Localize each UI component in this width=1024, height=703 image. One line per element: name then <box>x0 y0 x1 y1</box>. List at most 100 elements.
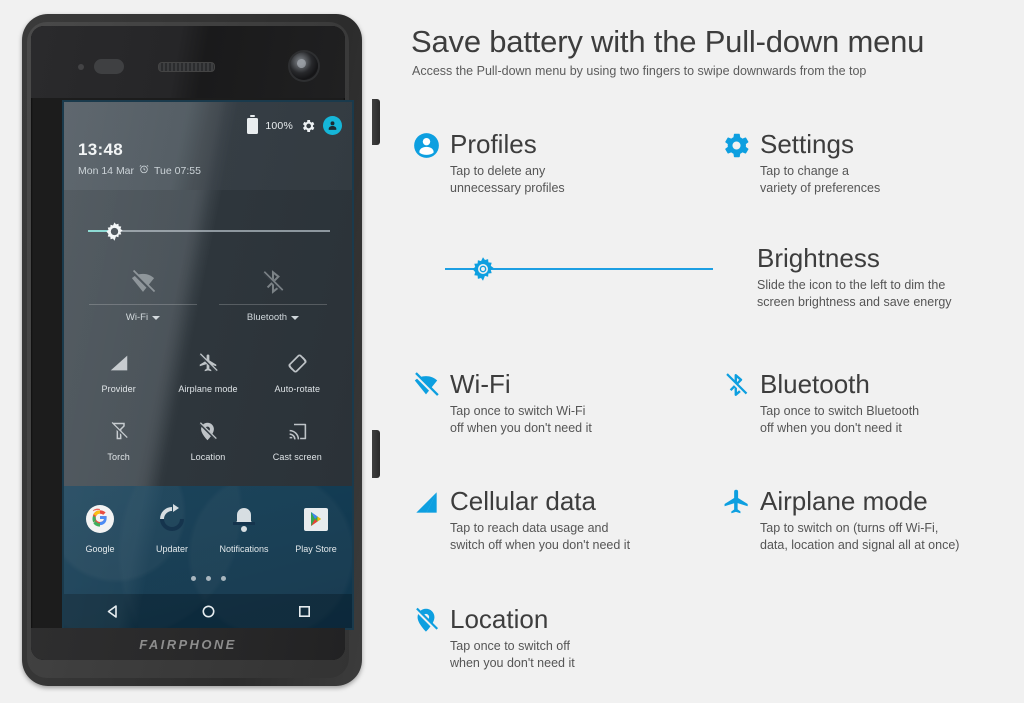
desc-line: off when you don't need it <box>760 420 902 435</box>
feature-name: Airplane mode <box>760 486 928 517</box>
dock-item-google[interactable]: Google <box>64 498 136 554</box>
app-dock: Google Updater Notifications Play Store <box>64 498 352 554</box>
tile-autorotate[interactable]: Auto-rotate <box>253 342 342 394</box>
desc-line: Slide the icon to the left to dim the <box>757 278 946 293</box>
brightness-sun-icon[interactable] <box>470 256 496 282</box>
desc-line: Tap to reach data usage and <box>450 521 609 535</box>
tile-torch[interactable]: Torch <box>74 410 163 462</box>
toggle-label: Bluetooth <box>246 312 288 323</box>
feature-airplane: Airplane mode Tap to switch on (turns of… <box>721 487 1021 554</box>
tile-airplane[interactable]: Airplane mode <box>163 342 252 394</box>
recents-square-icon[interactable] <box>284 599 324 623</box>
airplane-icon <box>721 487 751 517</box>
divider <box>219 304 327 305</box>
tile-label: Location <box>190 452 226 462</box>
desc-line: Tap once to switch Wi-Fi <box>450 404 586 418</box>
desc-line: off when you don't need it <box>450 420 592 435</box>
page-dot[interactable] <box>220 576 226 581</box>
desc-line: Tap once to switch off <box>450 639 570 653</box>
feature-heading: Bluetooth <box>721 370 1021 400</box>
toggle-label-row: Bluetooth <box>246 312 300 323</box>
feature-description: Tap once to switch Bluetooth off when yo… <box>760 403 1021 437</box>
desc-line: Tap once to switch Bluetooth <box>760 404 920 418</box>
feature-heading: Airplane mode <box>721 487 1021 517</box>
tile-label: Torch <box>107 452 130 462</box>
brightness-slider-demo[interactable] <box>437 256 713 282</box>
desc-line: Tap to change a <box>760 164 849 178</box>
desc-line: Tap to switch on (turns off Wi-Fi, <box>760 521 939 535</box>
tile-location[interactable]: Location <box>163 410 252 462</box>
dock-label: Updater <box>155 544 189 554</box>
fairphone-brand-label: FAIRPHONE <box>139 636 237 652</box>
back-triangle-icon[interactable] <box>92 599 132 623</box>
google-icon <box>79 498 121 540</box>
desc-line: data, location and signal all at once) <box>760 537 960 552</box>
feature-description: Tap to delete any unnecessary profiles <box>450 163 711 197</box>
fairphone-device: Google Updater Notifications Play Store … <box>18 14 380 690</box>
dock-item-playstore[interactable]: Play Store <box>280 498 352 554</box>
desc-line: when you don't need it <box>450 655 575 670</box>
power-button[interactable] <box>372 99 380 145</box>
bell-icon <box>223 498 265 540</box>
user-avatar-icon[interactable] <box>323 116 342 135</box>
phone-screen: Google Updater Notifications Play Store … <box>64 102 352 628</box>
cellular-signal-icon <box>411 487 441 517</box>
feature-wifi: Wi-Fi Tap once to switch Wi-Fi off when … <box>411 370 711 437</box>
volume-button[interactable] <box>372 430 380 478</box>
brightness-sun-icon[interactable] <box>104 221 125 242</box>
chevron-down-icon[interactable] <box>152 315 161 320</box>
feature-brightness: Brightness Slide the icon to the left to… <box>757 243 1024 311</box>
toggle-wifi[interactable]: Wi-Fi <box>78 262 208 334</box>
feature-heading: Settings <box>721 130 1021 160</box>
tile-label: Provider <box>101 384 136 394</box>
dock-item-notifications[interactable]: Notifications <box>208 498 280 554</box>
feature-description: Tap once to switch off when you don't ne… <box>450 638 711 672</box>
feature-heading: Location <box>411 605 711 635</box>
alarm-clock-icon <box>139 164 149 177</box>
battery-percent: 100% <box>265 119 293 132</box>
connectivity-toggles: Wi-Fi Bluetooth <box>78 262 338 334</box>
feature-settings: Settings Tap to change a variety of pref… <box>721 130 1021 197</box>
desc-line: switch off when you don't need it <box>450 537 631 552</box>
tile-label: Cast screen <box>272 452 322 462</box>
dock-label: Notifications <box>219 544 269 554</box>
alarm-time: Tue 07:55 <box>154 164 201 177</box>
quick-settings-tiles: Provider Airplane mode Auto-rotate Torch… <box>74 342 342 462</box>
feature-name: Location <box>450 604 549 635</box>
page-dot[interactable] <box>190 576 196 581</box>
tile-row-2: Torch Location Cast screen <box>74 410 342 462</box>
desc-line: variety of preferences <box>760 180 881 195</box>
airplane-off-icon <box>197 346 219 380</box>
home-circle-icon[interactable] <box>188 599 228 623</box>
tile-provider[interactable]: Provider <box>74 342 163 394</box>
feature-location: Location Tap once to switch off when you… <box>411 605 711 672</box>
tile-cast[interactable]: Cast screen <box>253 410 342 462</box>
toggle-label: Wi-Fi <box>125 312 149 323</box>
chevron-down-icon[interactable] <box>291 315 300 320</box>
feature-description: Tap to switch on (turns off Wi-Fi, data,… <box>760 520 1021 554</box>
gear-icon <box>721 130 751 160</box>
profile-person-icon <box>411 130 441 160</box>
phone-brightness-slider[interactable] <box>82 220 334 242</box>
toggle-label-row: Wi-Fi <box>125 312 161 323</box>
battery-full-icon <box>247 114 259 134</box>
infographic-stage: Google Updater Notifications Play Store … <box>0 0 1024 703</box>
toggle-bluetooth[interactable]: Bluetooth <box>208 262 338 334</box>
feature-bluetooth: Bluetooth Tap once to switch Bluetooth o… <box>721 370 1021 437</box>
location-pin-off-icon <box>411 605 441 635</box>
auto-rotate-icon <box>286 346 309 380</box>
desc-line: unnecessary profiles <box>450 180 565 195</box>
divider <box>89 304 197 305</box>
dock-item-updater[interactable]: Updater <box>136 498 208 554</box>
wifi-off-icon <box>129 262 157 302</box>
gear-icon[interactable] <box>300 118 316 134</box>
location-pin-off-icon <box>197 414 218 448</box>
updater-icon <box>151 498 193 540</box>
earpiece-speaker-icon <box>158 62 215 72</box>
feature-description: Slide the icon to the left to dim the sc… <box>757 277 1024 311</box>
page-subtitle: Access the Pull-down menu by using two f… <box>412 64 867 78</box>
page-dot[interactable] <box>205 576 211 581</box>
feature-name: Brightness <box>757 243 880 273</box>
feature-name: Wi-Fi <box>450 369 511 400</box>
desc-line: Tap to delete any <box>450 164 546 178</box>
